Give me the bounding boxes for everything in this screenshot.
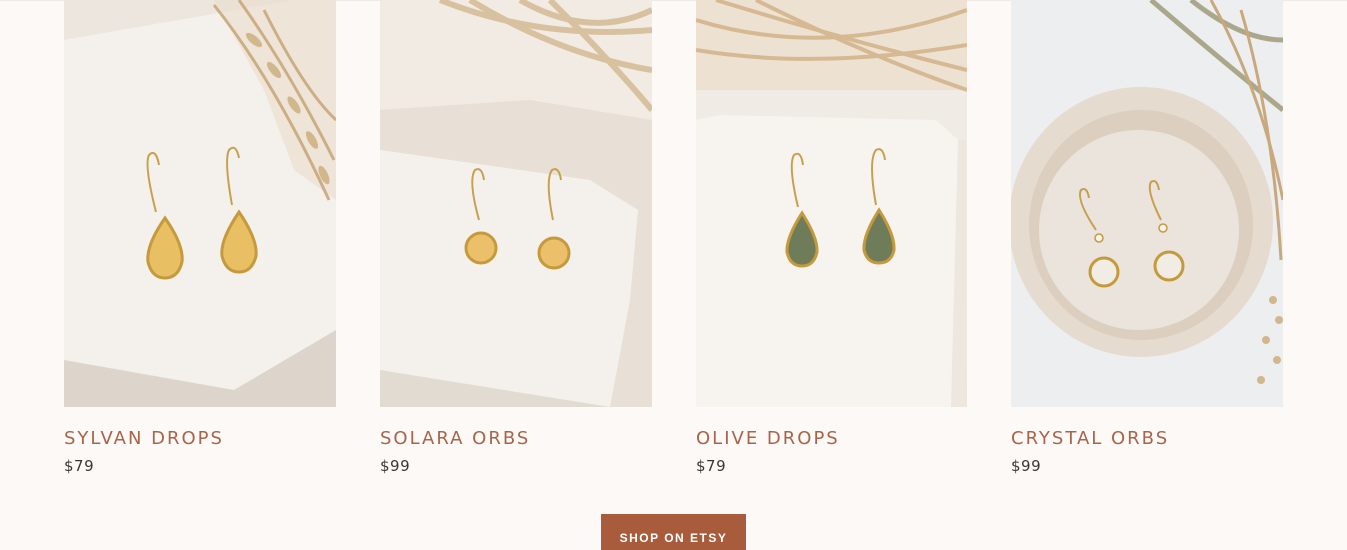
product-card-olive-drops[interactable]: OLIVE DROPS $79 [696, 0, 967, 480]
product-image[interactable] [1011, 0, 1283, 407]
product-price: $79 [696, 457, 727, 475]
product-image[interactable] [64, 0, 336, 407]
product-title[interactable]: OLIVE DROPS [696, 428, 840, 449]
product-grid: SYLVAN DROPS $79 SOLARA ORBS $99 OLIVE D… [64, 0, 1283, 480]
product-image[interactable] [696, 0, 967, 407]
product-image[interactable] [380, 0, 652, 407]
product-price: $99 [1011, 457, 1042, 475]
product-title[interactable]: SOLARA ORBS [380, 428, 530, 449]
product-price: $99 [380, 457, 411, 475]
product-price: $79 [64, 457, 95, 475]
product-section: SYLVAN DROPS $79 SOLARA ORBS $99 OLIVE D… [0, 0, 1347, 550]
product-card-solara-orbs[interactable]: SOLARA ORBS $99 [380, 0, 652, 480]
product-card-crystal-orbs[interactable]: CRYSTAL ORBS $99 [1011, 0, 1283, 480]
product-title[interactable]: CRYSTAL ORBS [1011, 428, 1169, 449]
shop-on-etsy-button[interactable]: SHOP ON ETSY [601, 514, 746, 550]
product-card-sylvan-drops[interactable]: SYLVAN DROPS $79 [64, 0, 336, 480]
product-title[interactable]: SYLVAN DROPS [64, 428, 224, 449]
